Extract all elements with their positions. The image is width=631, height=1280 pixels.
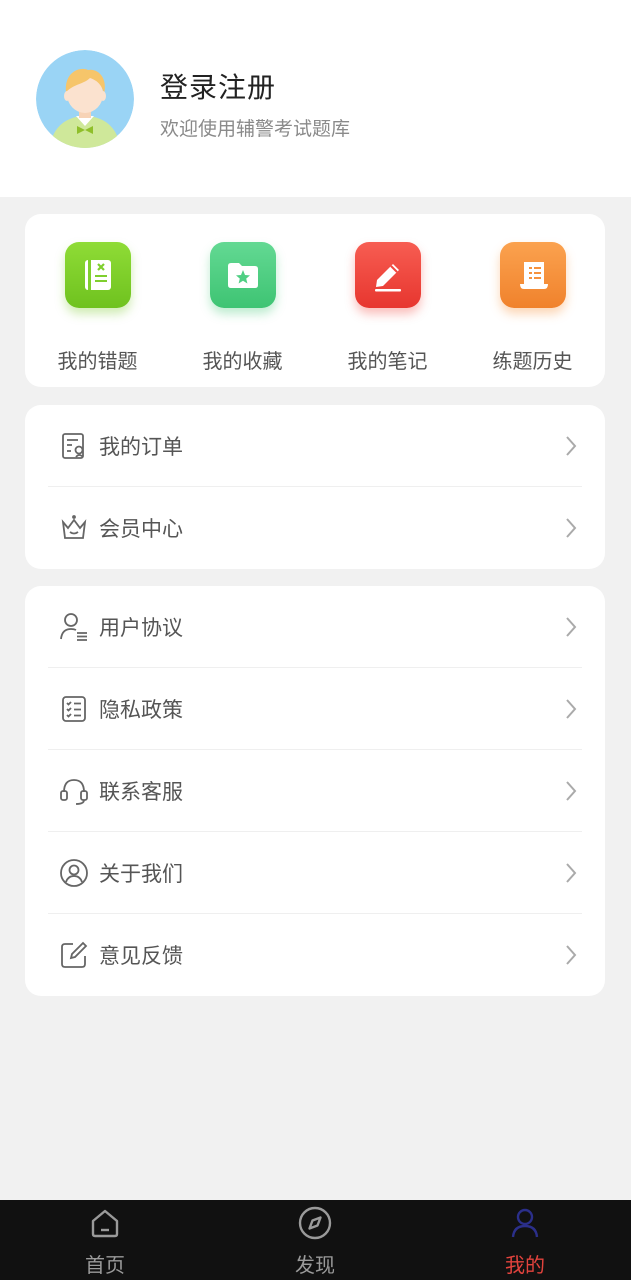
quick-practice-history[interactable]: 练题历史 [460, 214, 605, 387]
menu-item-user-agreement[interactable]: 用户协议 [48, 586, 582, 668]
quick-wrong-questions[interactable]: 我的错题 [25, 214, 170, 387]
quick-label: 我的错题 [57, 349, 138, 373]
menu-item-about-us[interactable]: 关于我们 [48, 832, 582, 914]
chevron-right-icon [566, 617, 577, 637]
tab-mine[interactable]: 我的 [420, 1200, 630, 1280]
chevron-right-icon [566, 436, 577, 456]
menu-label: 会员中心 [99, 517, 183, 541]
quick-notes[interactable]: 我的笔记 [315, 214, 460, 387]
menu-item-feedback[interactable]: 意见反馈 [48, 914, 582, 996]
chevron-right-icon [566, 699, 577, 719]
quick-label: 我的笔记 [347, 349, 428, 373]
chevron-right-icon [566, 781, 577, 801]
crown-icon [58, 512, 90, 544]
menu-item-customer-service[interactable]: 联系客服 [48, 750, 582, 832]
login-register-title[interactable]: 登录注册 [160, 66, 276, 106]
quick-favorites[interactable]: 我的收藏 [170, 214, 315, 387]
tab-discover[interactable]: 发现 [210, 1200, 420, 1280]
tab-home[interactable]: 首页 [0, 1200, 210, 1280]
menu-label: 意见反馈 [99, 944, 183, 968]
menu-label: 我的订单 [99, 435, 183, 459]
menu-group-info: 用户协议 隐私政策 联系客服 关于我们 意见反馈 [25, 586, 605, 996]
favorite-folder-icon [209, 242, 276, 308]
user-agreement-icon [58, 611, 90, 643]
edit-feedback-icon [58, 939, 90, 971]
profile-icon [506, 1204, 544, 1242]
avatar[interactable] [36, 50, 134, 148]
quick-label: 练题历史 [492, 349, 573, 373]
menu-label: 关于我们 [99, 862, 183, 886]
menu-label: 联系客服 [99, 780, 183, 804]
menu-label: 用户协议 [99, 616, 183, 640]
tab-label: 发现 [295, 1253, 335, 1277]
menu-item-privacy-policy[interactable]: 隐私政策 [48, 668, 582, 750]
wrong-book-icon [64, 242, 131, 308]
history-scroll-icon [499, 242, 566, 308]
user-circle-icon [58, 857, 90, 889]
bottom-tab-bar: 首页 发现 我的 [0, 1200, 631, 1280]
home-icon [86, 1204, 124, 1242]
tab-label: 我的 [505, 1253, 545, 1277]
tab-label: 首页 [85, 1253, 125, 1277]
privacy-list-icon [58, 693, 90, 725]
quick-actions-card: 我的错题 我的收藏 我的笔记 练题历史 [25, 214, 605, 387]
menu-label: 隐私政策 [99, 698, 183, 722]
profile-header: 登录注册 欢迎使用辅警考试题库 [0, 0, 631, 197]
chevron-right-icon [566, 518, 577, 538]
chevron-right-icon [566, 945, 577, 965]
order-icon [58, 430, 90, 462]
chevron-right-icon [566, 863, 577, 883]
compass-icon [296, 1204, 334, 1242]
quick-label: 我的收藏 [202, 349, 283, 373]
menu-item-orders[interactable]: 我的订单 [48, 405, 582, 487]
menu-item-membership[interactable]: 会员中心 [48, 487, 582, 569]
welcome-subtitle: 欢迎使用辅警考试题库 [160, 118, 351, 140]
menu-group-orders: 我的订单 会员中心 [25, 405, 605, 569]
headset-icon [58, 775, 90, 807]
note-pen-icon [354, 242, 421, 308]
